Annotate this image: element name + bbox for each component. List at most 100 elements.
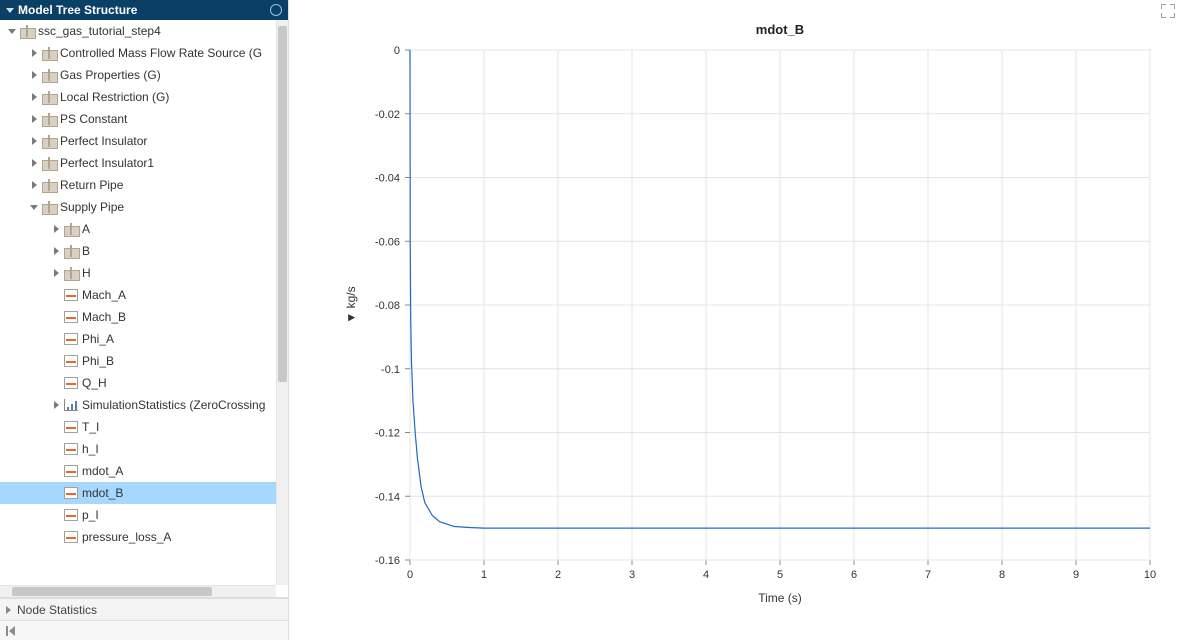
tree-node[interactable]: pressure_loss_A	[0, 526, 276, 548]
y-tick-label: -0.06	[375, 236, 400, 248]
expand-arrow-icon	[6, 606, 11, 614]
tree-node-label: T_I	[82, 420, 99, 434]
tree-node-label: Mach_A	[82, 288, 126, 302]
tree-node[interactable]: Q_H	[0, 372, 276, 394]
chart-title: mdot_B	[756, 22, 804, 37]
horizontal-scrollbar[interactable]	[0, 585, 276, 597]
signal-icon	[64, 531, 78, 543]
package-icon	[42, 157, 56, 169]
tree-node-label: A	[82, 222, 90, 236]
package-icon	[64, 223, 78, 235]
x-tick-label: 10	[1144, 569, 1156, 581]
tree-node[interactable]: B	[0, 240, 276, 262]
package-icon	[42, 113, 56, 125]
x-tick-label: 2	[555, 569, 561, 581]
twisty-icon[interactable]	[28, 179, 40, 191]
tree-node[interactable]: T_I	[0, 416, 276, 438]
tree-node[interactable]: Gas Properties (G)	[0, 64, 276, 86]
tree-node-label: Mach_B	[82, 310, 126, 324]
twisty-icon[interactable]	[50, 399, 62, 411]
y-tick-label: -0.12	[375, 428, 400, 440]
tree-node-label: H	[82, 266, 91, 280]
twisty-icon[interactable]	[6, 25, 18, 37]
tree-node-label: h_I	[82, 442, 99, 456]
tree-node-label: Supply Pipe	[60, 200, 124, 214]
tree-node[interactable]: Phi_A	[0, 328, 276, 350]
tree-node[interactable]: Perfect Insulator1	[0, 152, 276, 174]
signal-icon	[64, 311, 78, 323]
package-icon	[64, 245, 78, 257]
tree-node[interactable]: Local Restriction (G)	[0, 86, 276, 108]
x-tick-label: 7	[925, 569, 931, 581]
tree-node[interactable]: Mach_A	[0, 284, 276, 306]
tree-node-label: SimulationStatistics (ZeroCrossing	[82, 398, 265, 412]
signal-icon	[64, 333, 78, 345]
tree-node[interactable]: Perfect Insulator	[0, 130, 276, 152]
tree-node-label: Gas Properties (G)	[60, 68, 161, 82]
signal-icon	[64, 377, 78, 389]
twisty-icon[interactable]	[50, 267, 62, 279]
tree-node-label: Local Restriction (G)	[60, 90, 169, 104]
model-tree[interactable]: ssc_gas_tutorial_step4 Controlled Mass Fl…	[0, 20, 276, 585]
tree-node[interactable]: mdot_B	[0, 482, 276, 504]
twisty-icon[interactable]	[28, 69, 40, 81]
twisty-icon[interactable]	[28, 91, 40, 103]
tree-panel-header[interactable]: Model Tree Structure	[0, 0, 288, 20]
tree-node[interactable]: Mach_B	[0, 306, 276, 328]
y-tick-label: -0.16	[375, 555, 400, 567]
tree-node[interactable]: h_I	[0, 438, 276, 460]
bottom-toolbar	[0, 620, 288, 640]
tree-node[interactable]: mdot_A	[0, 460, 276, 482]
tree-node-label: Phi_B	[82, 354, 114, 368]
twisty-icon[interactable]	[28, 135, 40, 147]
tree-node[interactable]: H	[0, 262, 276, 284]
scrollbar-thumb[interactable]	[12, 587, 212, 596]
x-tick-label: 8	[999, 569, 1005, 581]
tree-node-label: Phi_A	[82, 332, 114, 346]
tree-scroll-area: ssc_gas_tutorial_step4 Controlled Mass Fl…	[0, 20, 288, 598]
fullscreen-icon[interactable]	[1161, 4, 1175, 18]
node-statistics-panel-header[interactable]: Node Statistics	[0, 598, 288, 620]
signal-icon	[64, 289, 78, 301]
tree-header-title: Model Tree Structure	[18, 3, 137, 17]
tree-node[interactable]: Controlled Mass Flow Rate Source (G	[0, 42, 276, 64]
gear-icon[interactable]	[270, 4, 282, 16]
twisty-icon[interactable]	[28, 157, 40, 169]
bar-chart-icon	[64, 399, 78, 411]
y-tick-label: -0.14	[375, 491, 400, 503]
package-icon	[42, 47, 56, 59]
package-icon	[42, 135, 56, 147]
tree-node-label: ssc_gas_tutorial_step4	[38, 24, 161, 38]
tree-node[interactable]: Supply Pipe	[0, 196, 276, 218]
tree-node[interactable]: Return Pipe	[0, 174, 276, 196]
twisty-icon[interactable]	[50, 245, 62, 257]
rewind-icon[interactable]	[6, 626, 15, 636]
tree-node[interactable]: PS Constant	[0, 108, 276, 130]
tree-node-label: Return Pipe	[60, 178, 123, 192]
package-icon	[20, 25, 34, 37]
sidebar: Model Tree Structure ssc_gas_tutorial_st…	[0, 0, 289, 640]
tree-node[interactable]: A	[0, 218, 276, 240]
tree-node[interactable]: p_I	[0, 504, 276, 526]
vertical-scrollbar[interactable]	[276, 20, 288, 585]
x-tick-label: 4	[703, 569, 709, 581]
tree-node-label: PS Constant	[60, 112, 127, 126]
twisty-icon[interactable]	[28, 47, 40, 59]
signal-icon	[64, 355, 78, 367]
twisty-icon[interactable]	[28, 113, 40, 125]
x-tick-label: 3	[629, 569, 635, 581]
tree-node-label: Controlled Mass Flow Rate Source (G	[60, 46, 262, 60]
plot-area: mdot_B0123456789100-0.02-0.04-0.06-0.08-…	[300, 0, 1183, 640]
twisty-icon[interactable]	[50, 223, 62, 235]
scrollbar-thumb[interactable]	[278, 26, 287, 382]
tree-node-label: Q_H	[82, 376, 107, 390]
tree-node[interactable]: SimulationStatistics (ZeroCrossing	[0, 394, 276, 416]
x-tick-label: 6	[851, 569, 857, 581]
collapse-arrow-icon	[6, 8, 14, 13]
twisty-icon[interactable]	[28, 201, 40, 213]
x-axis-label: Time (s)	[758, 591, 802, 605]
tree-node-label: Perfect Insulator	[60, 134, 147, 148]
x-tick-label: 9	[1073, 569, 1079, 581]
tree-node[interactable]: Phi_B	[0, 350, 276, 372]
tree-root[interactable]: ssc_gas_tutorial_step4	[0, 20, 276, 42]
